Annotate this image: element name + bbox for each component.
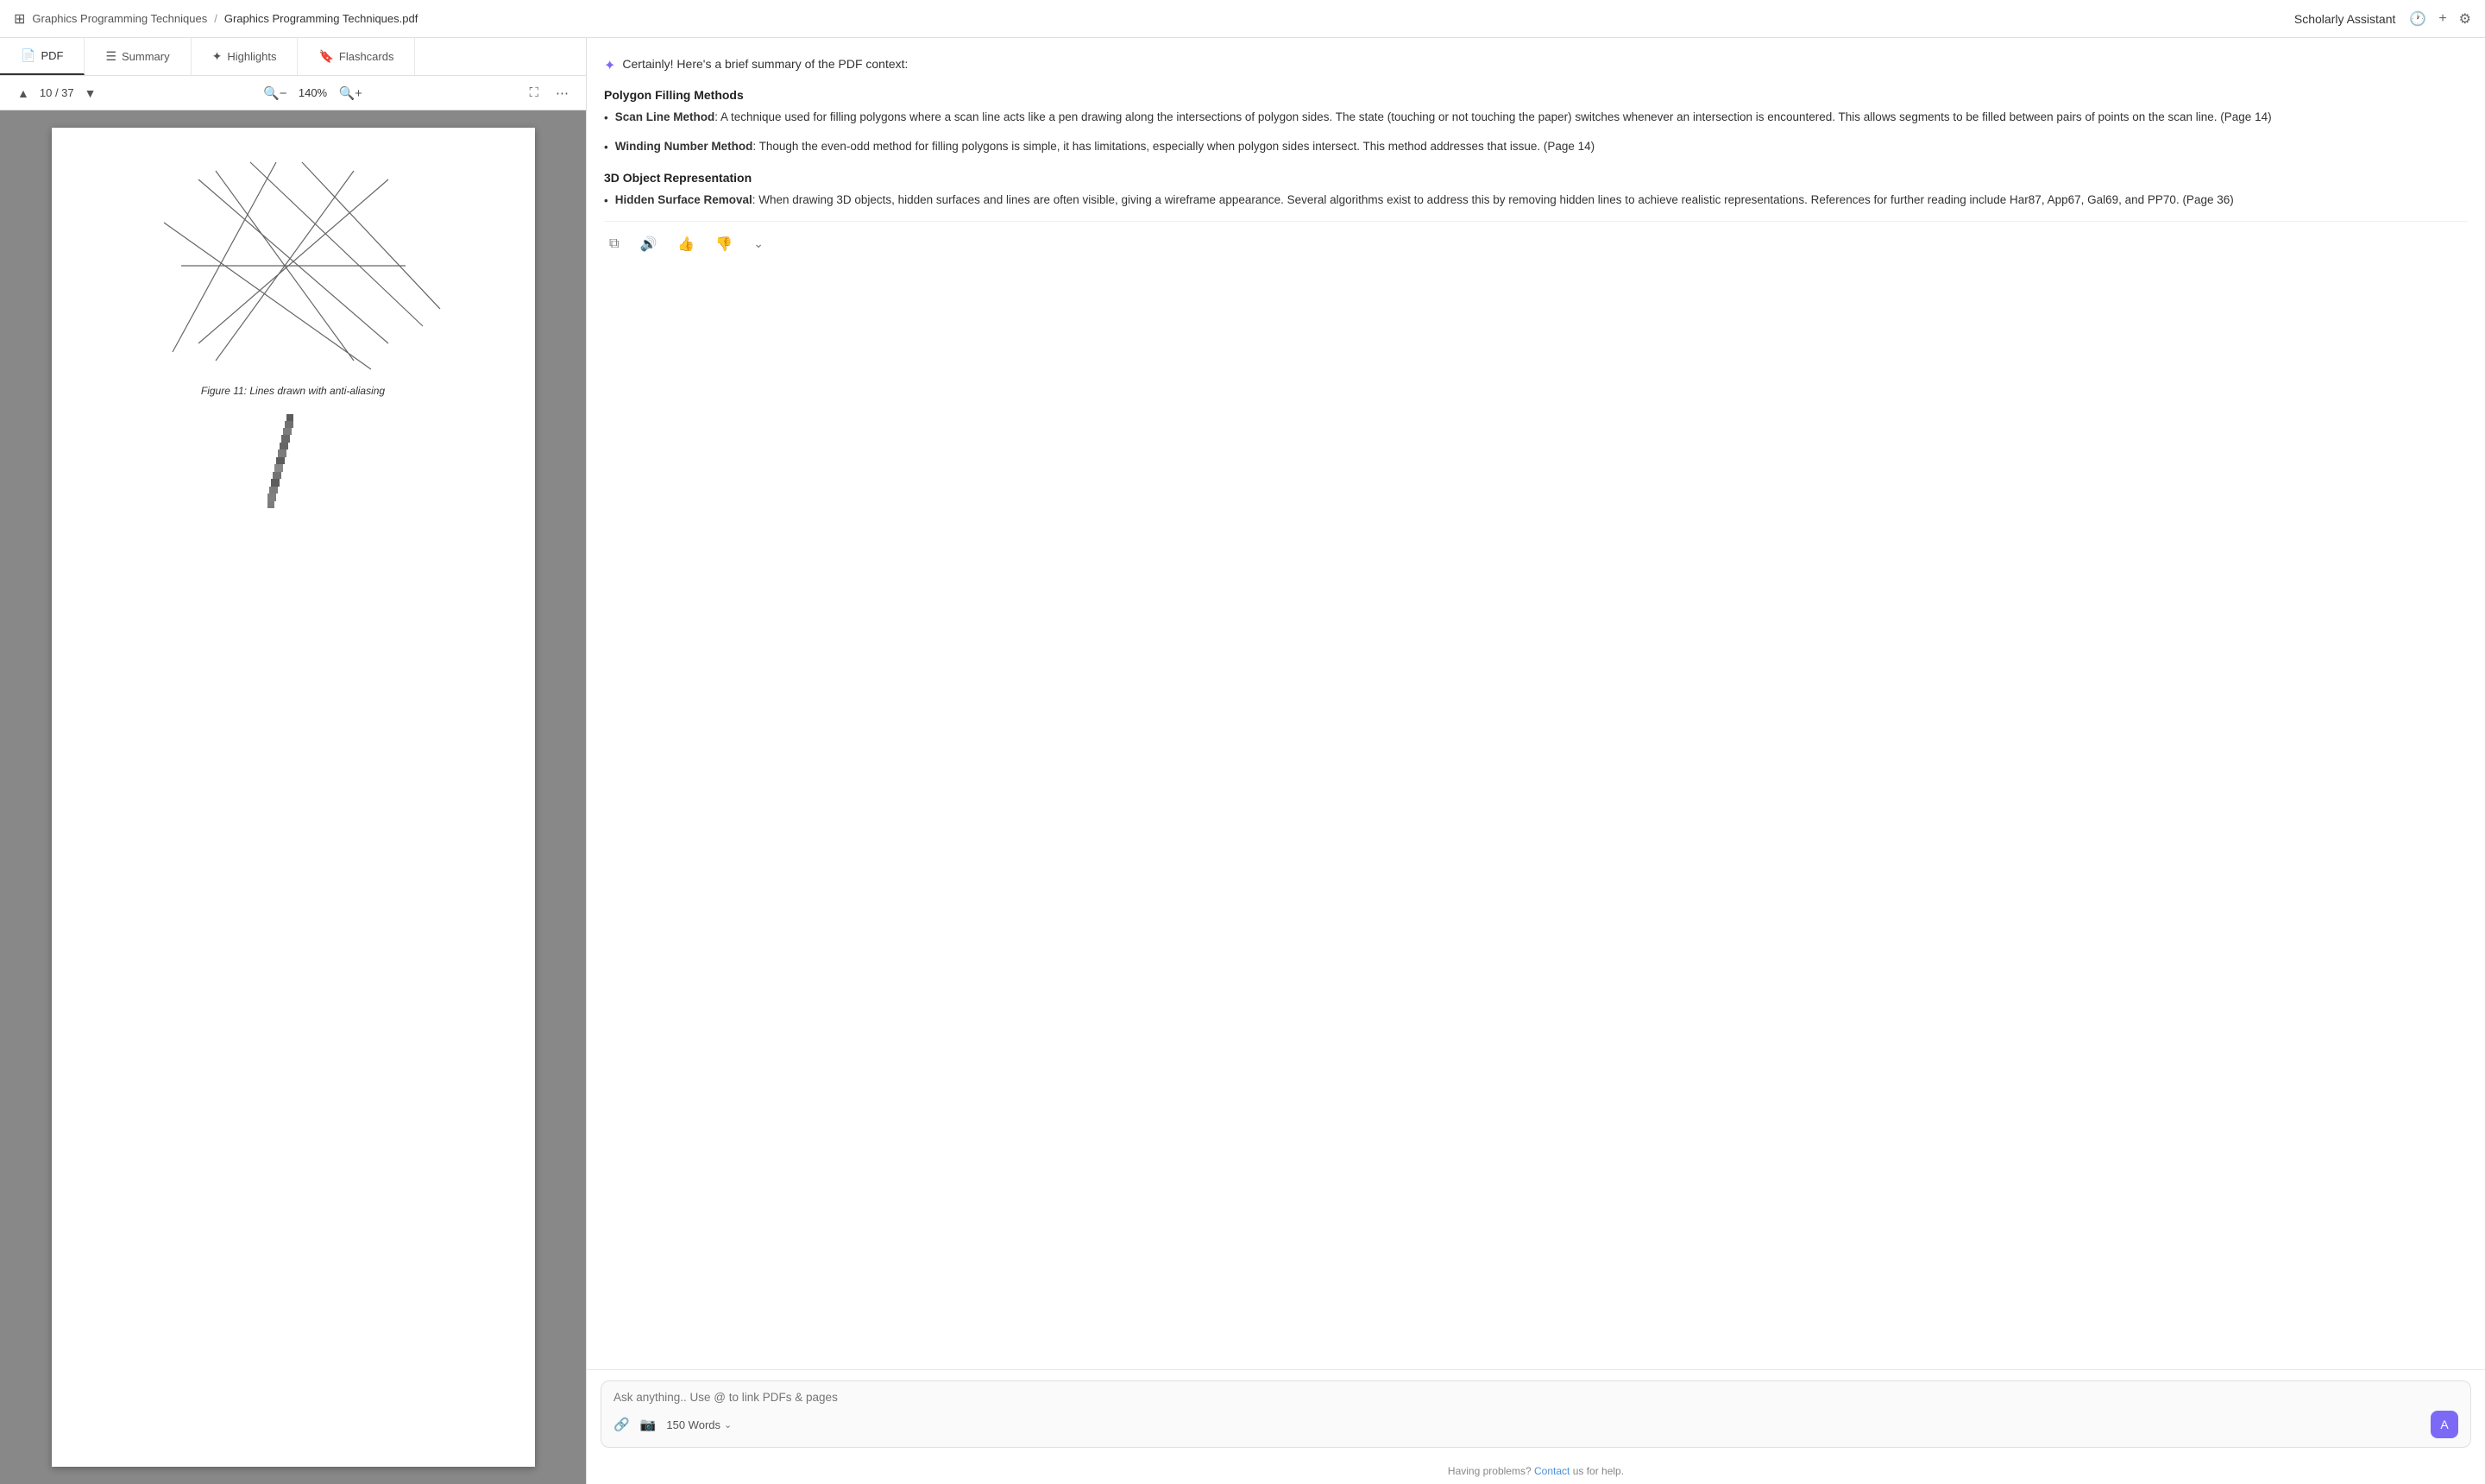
- input-area: 🔗 📷 150 Words ⌄ A: [587, 1369, 2485, 1458]
- help-prefix: Having problems?: [1448, 1465, 1532, 1477]
- bullet-hidden-text: Hidden Surface Removal: When drawing 3D …: [615, 192, 2468, 210]
- fullscreen-button[interactable]: ⛶: [525, 82, 542, 104]
- term-scan-line: Scan Line Method: [615, 110, 715, 123]
- assistant-intro: ✦ Certainly! Here's a brief summary of t…: [604, 55, 2468, 74]
- next-page-button[interactable]: ▼: [81, 85, 100, 102]
- tab-flashcards-label: Flashcards: [339, 50, 394, 63]
- send-button[interactable]: A: [2431, 1411, 2458, 1438]
- tab-pdf-label: PDF: [41, 49, 63, 62]
- zoom-in-button[interactable]: 🔍+: [335, 82, 365, 104]
- word-count-button[interactable]: 150 Words ⌄: [666, 1418, 732, 1431]
- bullet-dot-2: •: [604, 139, 608, 157]
- prev-page-button[interactable]: ▲: [14, 85, 33, 102]
- figure-svg: [129, 154, 457, 378]
- word-count-label: 150 Words: [666, 1418, 720, 1431]
- pdf-content[interactable]: Figure 11: Lines drawn with anti-aliasin…: [0, 110, 586, 1484]
- thumbdown-button[interactable]: 👎: [710, 232, 738, 256]
- figure-11: Figure 11: Lines drawn with anti-aliasin…: [78, 154, 509, 397]
- flashcards-tab-icon: 🔖: [318, 49, 333, 64]
- bullet-dot: •: [604, 110, 608, 128]
- tab-highlights-label: Highlights: [227, 50, 276, 63]
- assistant-content: ✦ Certainly! Here's a brief summary of t…: [587, 38, 2485, 1369]
- tab-summary-label: Summary: [122, 50, 170, 63]
- pdf-toolbar-right: ⛶ ⋯: [525, 82, 572, 104]
- term-hidden: Hidden Surface Removal: [615, 193, 752, 206]
- page-sep: /: [52, 86, 61, 99]
- settings-icon[interactable]: ⚙: [2459, 10, 2471, 28]
- tab-highlights[interactable]: ✦ Highlights: [192, 38, 299, 75]
- pdf-toolbar: ▲ 10 / 37 ▼ 🔍− 140% 🔍+ ⛶ ⋯: [0, 76, 586, 110]
- input-box: 🔗 📷 150 Words ⌄ A: [601, 1380, 2471, 1448]
- section-heading-3d: 3D Object Representation: [604, 171, 2468, 185]
- zoom-controls: 🔍− 140% 🔍+: [260, 82, 366, 104]
- breadcrumb-separator: /: [214, 12, 217, 25]
- winding-desc: : Though the even-odd method for filling…: [752, 140, 1595, 153]
- pdf-tab-icon: 📄: [21, 48, 35, 63]
- expand-button[interactable]: ⌄: [748, 233, 769, 255]
- term-winding: Winding Number Method: [615, 140, 753, 153]
- bullet-winding-text: Winding Number Method: Though the even-o…: [615, 138, 2468, 156]
- help-suffix: us for help.: [1573, 1465, 1624, 1477]
- breadcrumb-folder: Graphics Programming Techniques: [32, 12, 207, 25]
- pdf-page: Figure 11: Lines drawn with anti-aliasin…: [52, 128, 535, 1467]
- chat-input[interactable]: [613, 1391, 2458, 1404]
- assistant-panel: ✦ Certainly! Here's a brief summary of t…: [587, 38, 2485, 1484]
- image-icon[interactable]: 📷: [640, 1417, 657, 1432]
- page-total: 37: [61, 86, 73, 99]
- bullet-hidden-surface: • Hidden Surface Removal: When drawing 3…: [604, 192, 2468, 211]
- input-toolbar-left: 🔗 📷 150 Words ⌄: [613, 1417, 732, 1432]
- thumbup-button[interactable]: 👍: [672, 232, 700, 256]
- top-bar-right: Scholarly Assistant 🕐 + ⚙: [2294, 10, 2471, 28]
- page-current: 10: [40, 86, 52, 99]
- bullet-winding: • Winding Number Method: Though the even…: [604, 138, 2468, 157]
- bullet-scan-line-text: Scan Line Method: A technique used for f…: [615, 109, 2468, 127]
- page-info: 10 / 37: [40, 86, 74, 99]
- tab-pdf[interactable]: 📄 PDF: [0, 38, 85, 75]
- figure-caption: Figure 11: Lines drawn with anti-aliasin…: [201, 385, 385, 397]
- zoom-out-button[interactable]: 🔍−: [260, 82, 290, 104]
- bullet-dot-3: •: [604, 192, 608, 211]
- help-text: Having problems? Contact us for help.: [587, 1458, 2485, 1484]
- more-options-button[interactable]: ⋯: [552, 82, 572, 104]
- pixelated-line-svg: [267, 414, 319, 604]
- link-icon[interactable]: 🔗: [613, 1417, 630, 1432]
- pixelated-line: [78, 414, 509, 604]
- section-heading-polygon: Polygon Filling Methods: [604, 88, 2468, 102]
- scan-line-desc: : A technique used for filling polygons …: [714, 110, 2271, 123]
- tab-summary[interactable]: ☰ Summary: [85, 38, 191, 75]
- zoom-level: 140%: [297, 86, 328, 99]
- breadcrumb-file: Graphics Programming Techniques.pdf: [224, 12, 418, 25]
- pdf-pagination: ▲ 10 / 37 ▼: [14, 85, 100, 102]
- word-count-chevron-icon: ⌄: [724, 1419, 732, 1431]
- sparkle-icon: ✦: [604, 57, 615, 74]
- 3d-bullet-list: • Hidden Surface Removal: When drawing 3…: [604, 192, 2468, 211]
- top-bar-icons: 🕐 + ⚙: [2409, 10, 2471, 28]
- pdf-tabs: 📄 PDF ☰ Summary ✦ Highlights 🔖 Flashcard…: [0, 38, 586, 76]
- top-bar: ⊞ Graphics Programming Techniques / Grap…: [0, 0, 2485, 38]
- assistant-title: Scholarly Assistant: [2294, 12, 2396, 26]
- pdf-panel: 📄 PDF ☰ Summary ✦ Highlights 🔖 Flashcard…: [0, 38, 587, 1484]
- tab-flashcards[interactable]: 🔖 Flashcards: [298, 38, 415, 75]
- hidden-desc: : When drawing 3D objects, hidden surfac…: [752, 193, 2234, 206]
- input-toolbar: 🔗 📷 150 Words ⌄ A: [613, 1411, 2458, 1438]
- history-icon[interactable]: 🕐: [2409, 10, 2426, 28]
- summary-tab-icon: ☰: [105, 49, 116, 64]
- contact-link[interactable]: Contact: [1534, 1465, 1570, 1477]
- copy-button[interactable]: ⧉: [604, 233, 624, 255]
- assistant-intro-text: Certainly! Here's a brief summary of the…: [622, 55, 908, 73]
- bullet-scan-line: • Scan Line Method: A technique used for…: [604, 109, 2468, 128]
- highlights-tab-icon: ✦: [212, 49, 223, 64]
- audio-button[interactable]: 🔊: [634, 232, 662, 256]
- action-bar: ⧉ 🔊 👍 👎 ⌄: [604, 221, 2468, 263]
- polygon-bullet-list: • Scan Line Method: A technique used for…: [604, 109, 2468, 157]
- breadcrumb: ⊞ Graphics Programming Techniques / Grap…: [14, 10, 418, 28]
- add-icon[interactable]: +: [2438, 11, 2446, 27]
- send-icon: A: [2440, 1418, 2448, 1431]
- sidebar-toggle-icon[interactable]: ⊞: [14, 10, 25, 28]
- main-layout: 📄 PDF ☰ Summary ✦ Highlights 🔖 Flashcard…: [0, 38, 2485, 1484]
